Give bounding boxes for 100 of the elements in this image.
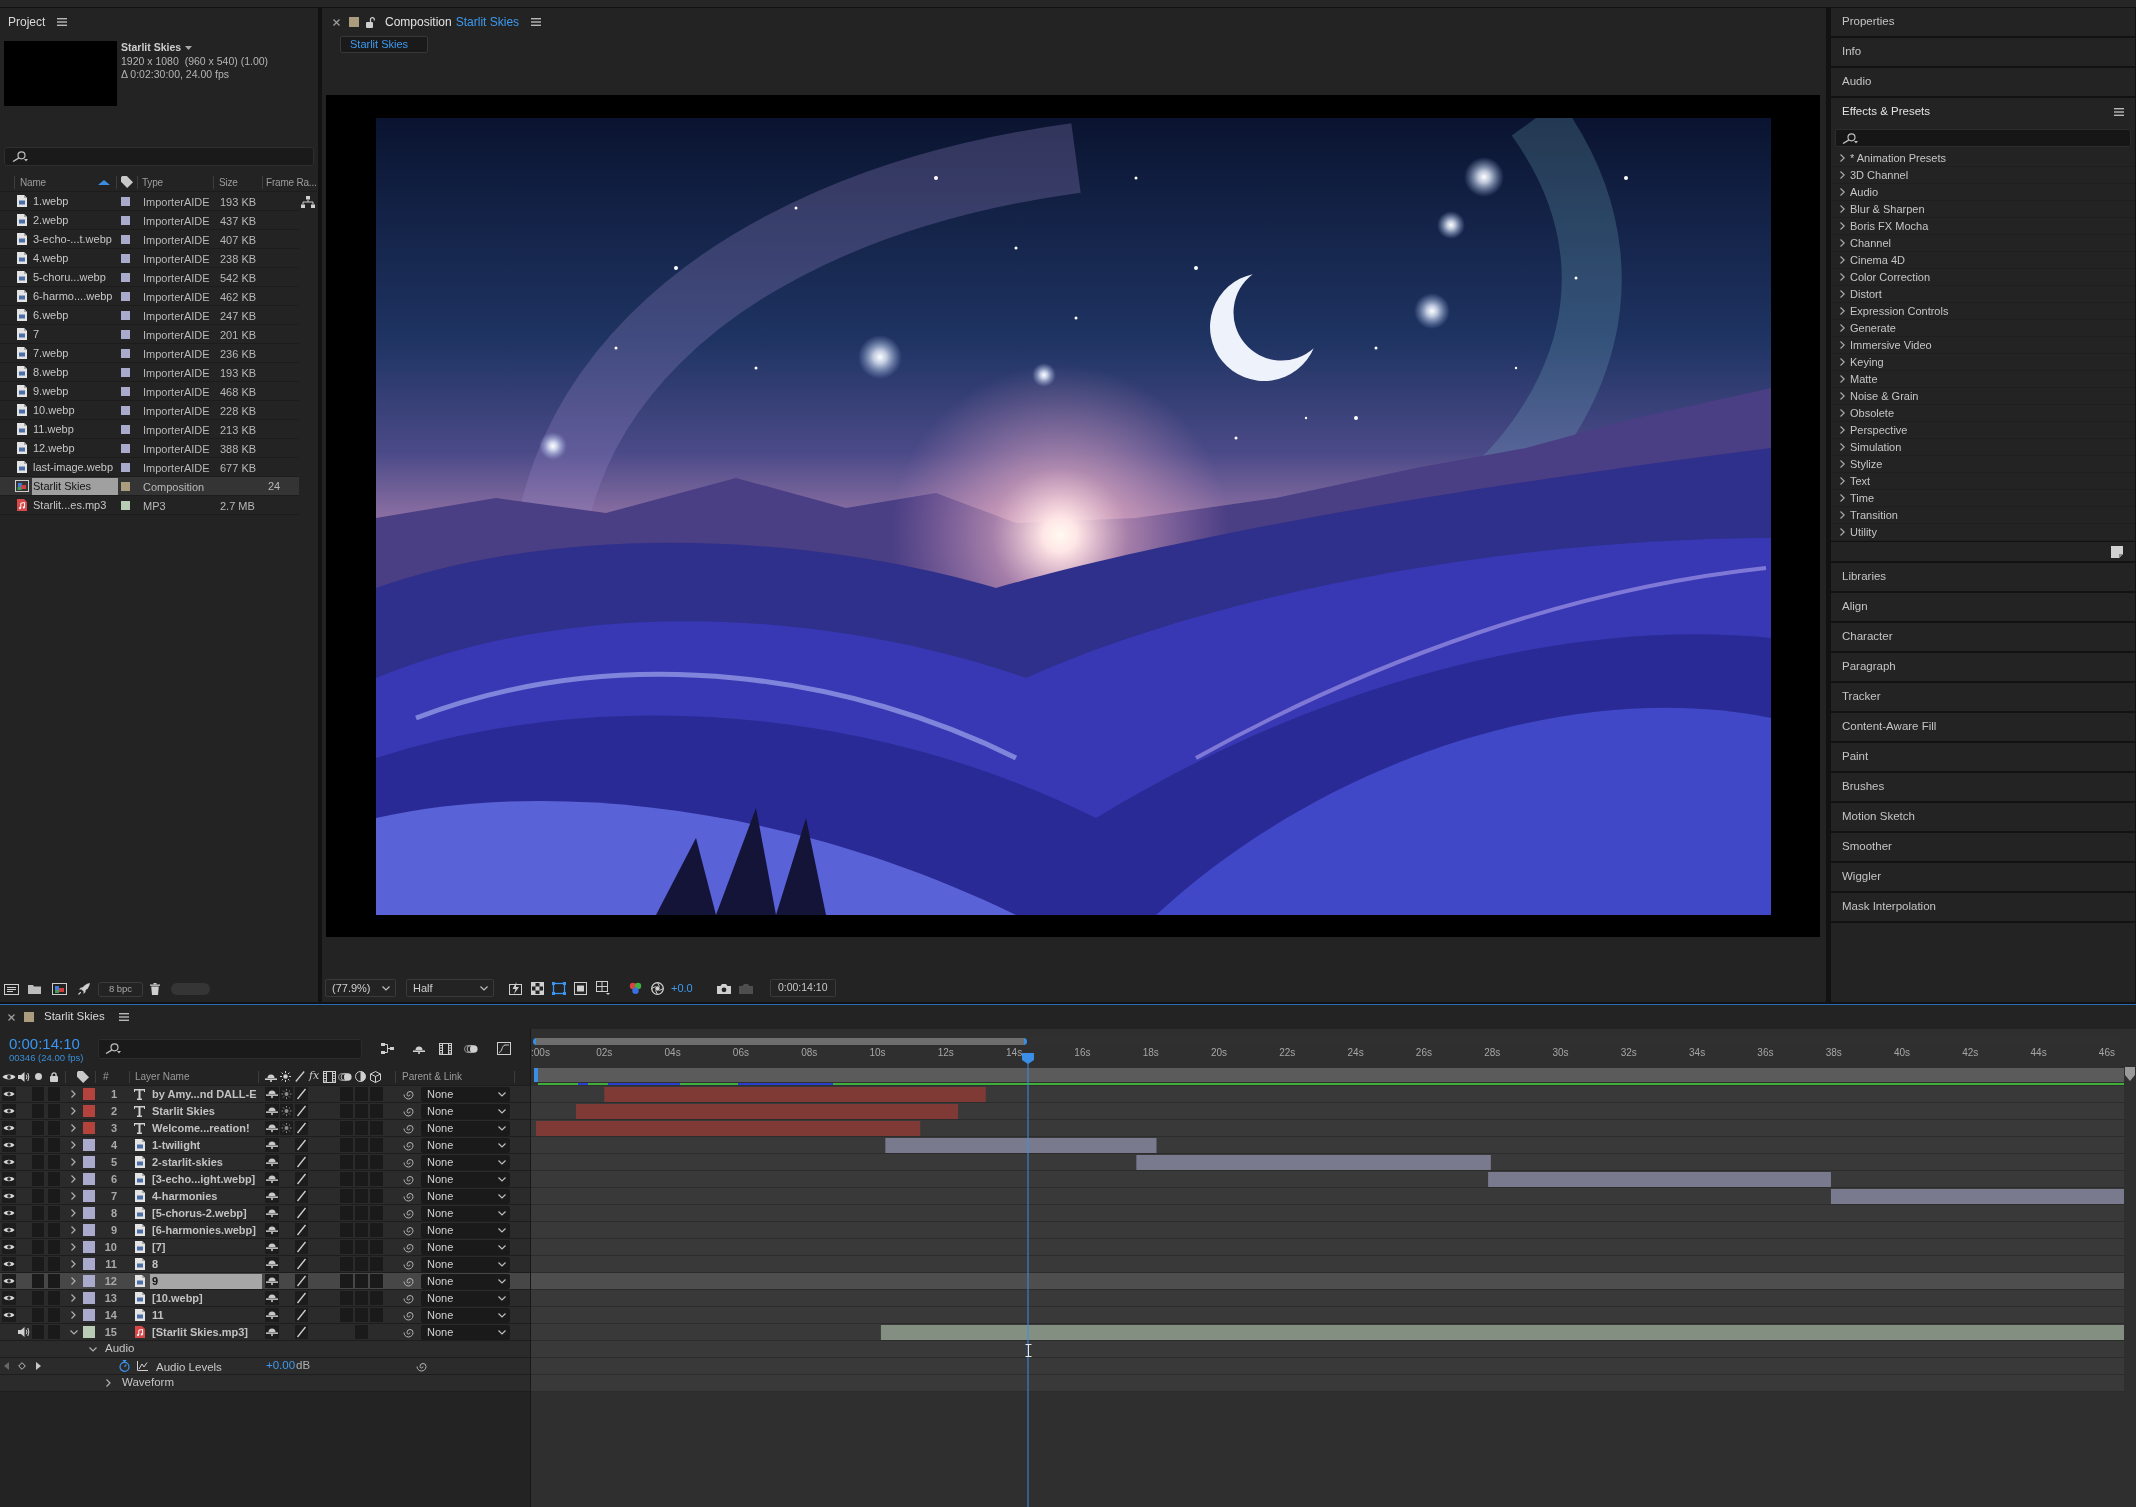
composition-tab[interactable]: Starlit Skies: [340, 36, 429, 53]
speaker-icon[interactable]: [18, 1327, 30, 1337]
project-item[interactable]: 7 ImporterAIDE 201 KB: [0, 325, 299, 344]
eye-icon[interactable]: [1, 1274, 16, 1288]
eye-icon[interactable]: [1, 1104, 16, 1118]
lock-toggle[interactable]: [48, 1274, 60, 1288]
layer-name[interactable]: 11: [152, 1306, 164, 1324]
expand-caret-icon[interactable]: [71, 1260, 76, 1268]
expand-caret-icon[interactable]: [71, 1141, 76, 1149]
effects-category[interactable]: Keying: [1831, 354, 2135, 371]
label-color-swatch[interactable]: [83, 1224, 95, 1236]
expand-caret-icon[interactable]: [71, 1243, 76, 1251]
checkerboard-icon[interactable]: [531, 981, 544, 995]
slash-icon[interactable]: [295, 1155, 308, 1169]
dome-icon[interactable]: [265, 1325, 279, 1339]
effects-category[interactable]: Perspective: [1831, 422, 2135, 439]
spiral-icon[interactable]: [416, 1360, 427, 1372]
effects-category[interactable]: Time: [1831, 490, 2135, 507]
project-item[interactable]: 9.webp ImporterAIDE 468 KB: [0, 382, 299, 401]
dome-icon[interactable]: [265, 1223, 279, 1237]
layer-name[interactable]: [5-chorus-2.webp]: [152, 1204, 247, 1222]
panel-tab[interactable]: Properties: [1831, 8, 2135, 36]
project-item[interactable]: 3-echo-...t.webp ImporterAIDE 407 KB: [0, 230, 299, 249]
flowchart-icon[interactable]: [301, 196, 315, 208]
layer-row[interactable]: 6 [3-echo...ight.webp] None: [0, 1171, 530, 1188]
chevron-right-icon[interactable]: [1839, 426, 1845, 434]
project-item[interactable]: 6.webp ImporterAIDE 247 KB: [0, 306, 299, 325]
layer-row[interactable]: 14 11 None: [0, 1307, 530, 1324]
layer-row[interactable]: 11 8 None: [0, 1256, 530, 1273]
slash-icon[interactable]: [295, 1121, 308, 1135]
label-color-swatch[interactable]: [83, 1326, 95, 1338]
project-item[interactable]: 6-harmo....webp ImporterAIDE 462 KB: [0, 287, 299, 306]
layer-row[interactable]: 5 2-starlit-skies None: [0, 1154, 530, 1171]
right-triangle-icon[interactable]: [36, 1362, 41, 1370]
effects-category[interactable]: Blur & Sharpen: [1831, 201, 2135, 218]
panel-tab[interactable]: Brushes: [1831, 773, 2135, 801]
layer-name[interactable]: 8: [152, 1255, 159, 1273]
timecode-field[interactable]: 0:00:14:10: [769, 979, 836, 997]
label-color-swatch[interactable]: [121, 272, 130, 282]
square-handles-icon[interactable]: [552, 981, 566, 995]
chevron-right-icon[interactable]: [1839, 171, 1845, 179]
parent-dropdown[interactable]: None: [421, 1324, 510, 1340]
chevron-right-icon[interactable]: [1839, 239, 1845, 247]
curve-box-icon[interactable]: [497, 1042, 511, 1055]
sun-icon[interactable]: [280, 1087, 293, 1101]
label-color-swatch[interactable]: [121, 367, 130, 377]
switch-toggle[interactable]: [370, 1274, 383, 1288]
panel-tab[interactable]: Paragraph: [1831, 653, 2135, 681]
project-item[interactable]: 12.webp ImporterAIDE 388 KB: [0, 439, 299, 458]
parent-dropdown[interactable]: None: [421, 1273, 510, 1289]
slash-icon[interactable]: [295, 1274, 308, 1288]
switch-toggle[interactable]: [355, 1274, 368, 1288]
slash-icon[interactable]: [295, 1308, 308, 1322]
menu-icon[interactable]: [57, 18, 68, 26]
panel-tab[interactable]: Mask Interpolation: [1831, 893, 2135, 921]
aperture-icon[interactable]: [651, 981, 664, 995]
parent-dropdown[interactable]: None: [421, 1188, 510, 1204]
slash-icon[interactable]: [295, 1138, 308, 1152]
chevron-right-icon[interactable]: [1839, 494, 1845, 502]
graph-icon[interactable]: [137, 1361, 148, 1371]
effects-category[interactable]: Noise & Grain: [1831, 388, 2135, 405]
chevron-right-icon[interactable]: [1839, 409, 1845, 417]
expand-caret-icon[interactable]: [106, 1379, 111, 1387]
spiral-icon[interactable]: [403, 1292, 414, 1304]
chevron-right-icon[interactable]: [1839, 511, 1845, 519]
chevron-right-icon[interactable]: [1839, 392, 1845, 400]
project-item[interactable]: 11.webp ImporterAIDE 213 KB: [0, 420, 299, 439]
eye-icon[interactable]: [1, 1223, 16, 1237]
exposure-value[interactable]: +0.0: [671, 979, 693, 997]
label-color-swatch[interactable]: [83, 1241, 95, 1253]
label-color-swatch[interactable]: [121, 500, 130, 510]
chevron-right-icon[interactable]: [1839, 188, 1845, 196]
spiral-icon[interactable]: [403, 1224, 414, 1236]
dome-icon[interactable]: [265, 1308, 279, 1322]
dome-icon[interactable]: [265, 1172, 279, 1186]
effects-category[interactable]: Color Correction: [1831, 269, 2135, 286]
caret-icon[interactable]: [185, 45, 193, 50]
spiral-icon[interactable]: [403, 1122, 414, 1134]
label-color-swatch[interactable]: [121, 481, 130, 491]
label-color-swatch[interactable]: [121, 348, 130, 358]
label-color-swatch[interactable]: [121, 310, 130, 320]
dome-icon[interactable]: [265, 1206, 279, 1220]
diamond-icon[interactable]: [18, 1362, 26, 1370]
expand-caret-icon[interactable]: [69, 1329, 78, 1335]
effects-category[interactable]: Text: [1831, 473, 2135, 490]
eye-icon[interactable]: [1, 1155, 16, 1169]
chevron-right-icon[interactable]: [1839, 222, 1845, 230]
parent-dropdown[interactable]: None: [421, 1256, 510, 1272]
frame-shapes-icon[interactable]: [52, 983, 67, 995]
panel-tab[interactable]: Smoother: [1831, 833, 2135, 861]
column-header[interactable]: Frame Ra...: [263, 174, 317, 190]
label-color-swatch[interactable]: [83, 1139, 95, 1151]
effects-category[interactable]: * Animation Presets: [1831, 150, 2135, 167]
spiral-icon[interactable]: [403, 1258, 414, 1270]
eye-icon[interactable]: [1, 1121, 16, 1135]
project-item[interactable]: 5-choru...webp ImporterAIDE 542 KB: [0, 268, 299, 287]
panel-tab[interactable]: Info: [1831, 38, 2135, 66]
expand-caret-icon[interactable]: [71, 1158, 76, 1166]
label-color-swatch[interactable]: [121, 196, 130, 206]
flowchart-icon[interactable]: [381, 1043, 394, 1054]
